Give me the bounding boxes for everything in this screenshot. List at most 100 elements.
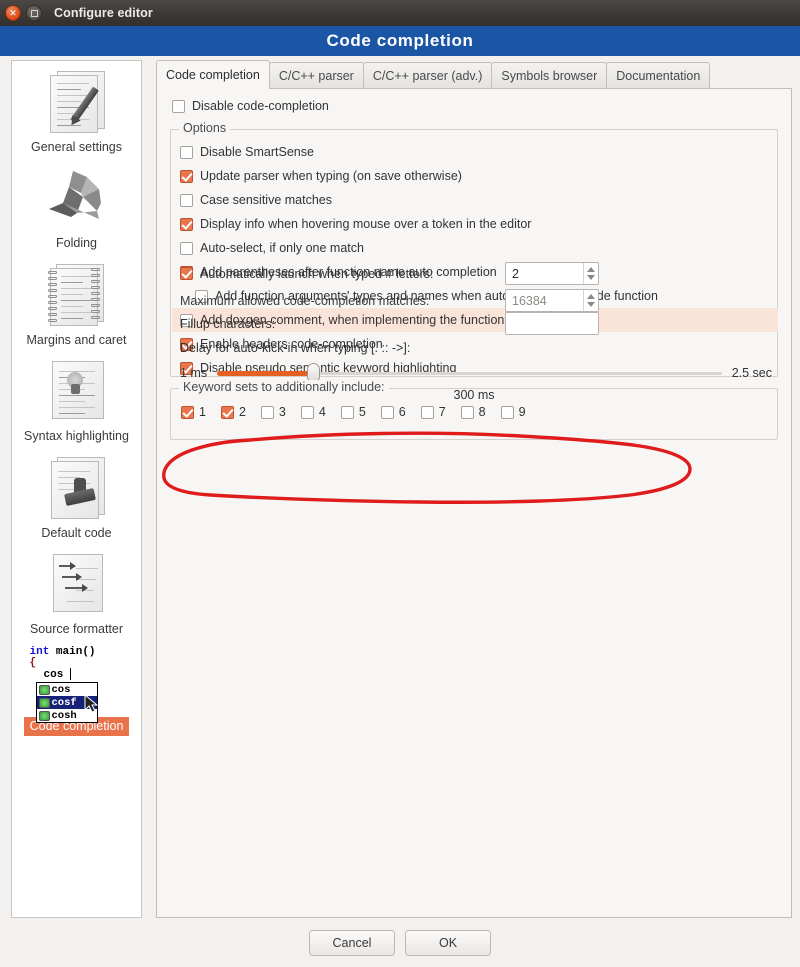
- keyword-sets-checkboxes[interactable]: 1 2 3 4 5 6 7 8 9: [181, 405, 541, 419]
- tab-code-completion[interactable]: Code completion: [156, 60, 270, 89]
- option-checkbox[interactable]: [180, 217, 193, 231]
- keyword-set-checkbox[interactable]: [500, 405, 514, 419]
- option-label: Disable SmartSense: [200, 145, 314, 159]
- delay-label: Delay for auto-kick-in when typing [. ::…: [180, 341, 411, 355]
- sidebar-item-syntax-highlighting[interactable]: Syntax highlighting: [12, 350, 141, 446]
- keyword-sets-legend: Keyword sets to additionally include:: [179, 380, 389, 394]
- dialog-footer: Cancel OK: [0, 919, 800, 967]
- sidebar-item-label: General settings: [30, 140, 123, 154]
- window-title: Configure editor: [54, 6, 153, 20]
- keyword-set-checkbox[interactable]: [260, 405, 274, 419]
- option-row[interactable]: Case sensitive matches: [172, 188, 778, 212]
- keyword-set-label: 9: [518, 405, 526, 419]
- spinner-arrows[interactable]: [583, 263, 598, 284]
- stamp-document-icon: [41, 452, 113, 524]
- keyword-sets-group: Keyword sets to additionally include: 1 2…: [170, 380, 778, 440]
- keyword-set-3[interactable]: 3: [260, 405, 286, 419]
- options-group-legend: Options: [179, 121, 231, 135]
- option-checkbox[interactable]: [180, 169, 193, 183]
- keyword-set-checkbox[interactable]: [420, 405, 434, 419]
- code-completion-tab-page: Disable code-completion Options Disable …: [156, 88, 792, 918]
- dialog-header: Code completion: [0, 26, 800, 56]
- sidebar-item-default-code[interactable]: Default code: [12, 447, 141, 543]
- arrows-document-icon: [41, 548, 113, 620]
- keyword-set-checkbox[interactable]: [220, 405, 234, 419]
- options-group: Options Disable SmartSense Update parser …: [170, 121, 778, 402]
- keyword-set-checkbox[interactable]: [340, 405, 354, 419]
- maximize-icon[interactable]: [26, 5, 42, 21]
- keyword-set-1[interactable]: 1: [181, 405, 206, 419]
- option-checkbox[interactable]: [180, 241, 193, 255]
- auto-launch-row[interactable]: Automatically launch when typed # letter…: [172, 260, 778, 287]
- configure-editor-dialog: General settings Folding Margins and caret…: [0, 56, 800, 967]
- option-checkbox[interactable]: [180, 193, 193, 207]
- page-title: Code completion: [326, 31, 474, 50]
- window-titlebar: ✕ Configure editor: [0, 0, 800, 26]
- sidebar-item-source-formatter[interactable]: Source formatter: [12, 543, 141, 639]
- keyword-set-checkbox[interactable]: [300, 405, 314, 419]
- sidebar-item-margins-and-caret[interactable]: Margins and caret: [12, 254, 141, 350]
- keyword-set-label: 5: [358, 405, 366, 419]
- sidebar-item-folding[interactable]: Folding: [12, 157, 141, 253]
- disable-code-completion-label: Disable code-completion: [192, 99, 329, 113]
- keyword-set-label: 2: [238, 405, 246, 419]
- max-matches-spinner[interactable]: 16384: [505, 289, 599, 312]
- checkbox-box[interactable]: [172, 99, 185, 113]
- keyword-set-checkbox[interactable]: [380, 405, 394, 419]
- close-icon[interactable]: ✕: [5, 5, 21, 21]
- sidebar-item-label: Margins and caret: [26, 332, 127, 347]
- fillup-characters-label: Fillup characters:: [180, 316, 276, 331]
- sidebar-item-general-settings[interactable]: General settings: [12, 61, 141, 157]
- option-row[interactable]: Auto-select, if only one match: [172, 236, 778, 260]
- tab-c-c-parser[interactable]: C/C++ parser: [268, 62, 364, 89]
- auto-launch-value[interactable]: 2: [506, 267, 583, 281]
- chevron-up-icon[interactable]: [587, 266, 595, 272]
- max-matches-value[interactable]: 16384: [506, 294, 583, 308]
- keyword-set-label: 8: [478, 405, 486, 419]
- option-row[interactable]: Disable SmartSense: [172, 140, 778, 164]
- option-checkbox[interactable]: [180, 145, 193, 159]
- keyword-set-7[interactable]: 7: [420, 405, 446, 419]
- slider-fill: [217, 371, 313, 376]
- keyword-set-2[interactable]: 2: [220, 405, 246, 419]
- keyword-set-8[interactable]: 8: [460, 405, 486, 419]
- option-row[interactable]: Update parser when typing (on save other…: [172, 164, 778, 188]
- option-label: Auto-select, if only one match: [200, 241, 364, 255]
- chevron-down-icon[interactable]: [587, 302, 595, 308]
- keyword-set-5[interactable]: 5: [340, 405, 366, 419]
- keyword-set-4[interactable]: 4: [300, 405, 326, 419]
- sidebar-item-label: Syntax highlighting: [24, 429, 129, 444]
- option-label: Case sensitive matches: [200, 193, 333, 207]
- settings-category-list[interactable]: General settings Folding Margins and caret…: [11, 60, 142, 918]
- ok-button[interactable]: OK: [405, 930, 491, 956]
- spinner-arrows[interactable]: [583, 290, 598, 311]
- delay-max-label: 2.5 sec: [731, 366, 772, 380]
- keyword-set-6[interactable]: 6: [380, 405, 406, 419]
- option-row[interactable]: Display info when hovering mouse over a …: [172, 212, 778, 236]
- keyword-set-checkbox[interactable]: [181, 405, 194, 419]
- fillup-characters-input[interactable]: [505, 312, 599, 335]
- keyword-set-checkbox[interactable]: [460, 405, 474, 419]
- option-label: Update parser when typing (on save other…: [200, 169, 462, 183]
- chevron-down-icon[interactable]: [587, 275, 595, 281]
- keyword-set-9[interactable]: 9: [500, 405, 526, 419]
- origami-bird-icon: [41, 162, 113, 234]
- auto-launch-spinner[interactable]: 2: [505, 262, 599, 285]
- disable-code-completion-checkbox[interactable]: Disable code-completion: [172, 99, 329, 113]
- tab-documentation[interactable]: Documentation: [606, 62, 711, 89]
- cancel-button[interactable]: Cancel: [309, 930, 395, 956]
- keyword-set-label: 6: [398, 405, 406, 419]
- fillup-characters-row[interactable]: Fillup characters:: [172, 310, 778, 337]
- max-matches-label: Maximum allowed code-completion matches:: [180, 293, 430, 308]
- chevron-up-icon[interactable]: [587, 293, 595, 299]
- tab-symbols-browser[interactable]: Symbols browser: [491, 62, 608, 89]
- documents-pencil-icon: [41, 66, 113, 138]
- sidebar-item-label: Folding: [56, 236, 97, 251]
- tab-c-c-parser-adv-[interactable]: C/C++ parser (adv.): [362, 62, 493, 89]
- keyword-set-label: 7: [438, 405, 446, 419]
- sidebar-item-code-completion[interactable]: int main(){cos cos cosf cosh Code completion: [12, 639, 141, 737]
- keyword-set-label: 1: [199, 405, 206, 419]
- auto-launch-checkbox[interactable]: [180, 267, 193, 280]
- highlighted-document-icon: [41, 355, 113, 427]
- tab-strip[interactable]: Code completion C/C++ parser C/C++ parser …: [156, 60, 792, 89]
